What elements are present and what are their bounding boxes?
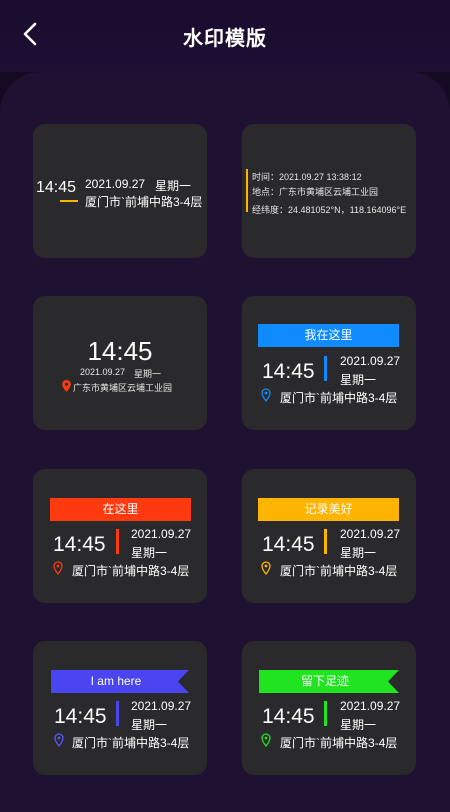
- location-pin-icon: [261, 561, 271, 575]
- location-pin-icon: [53, 561, 63, 575]
- location-pin-icon: [261, 733, 271, 747]
- watermark-weekday: 星期一: [134, 369, 162, 379]
- watermark-address: 厦门市`前埔中路3-4层: [72, 736, 190, 750]
- watermark-weekday: 星期一: [155, 179, 192, 193]
- watermark-date: 2021.09.27: [80, 367, 126, 377]
- watermark-time: 14:45: [36, 179, 77, 196]
- accent-bar: [324, 356, 327, 381]
- accent-line: [60, 200, 78, 202]
- location-pin-icon: [54, 733, 64, 747]
- accent-bar: [246, 169, 248, 212]
- watermark-weekday: 星期一: [131, 546, 168, 560]
- top-bar: 水印模版: [0, 0, 450, 72]
- template-card-1[interactable]: 14:45 2021.09.27 星期一 厦门市`前埔中路3-4层: [33, 124, 207, 258]
- watermark-banner: I am here: [90, 674, 142, 688]
- watermark-coordinates-line: 经纬度：24.481052°N，118.164096°E: [252, 205, 407, 215]
- template-card-6[interactable]: 记录美好 14:45 2021.09.27 星期一 厦门市`前埔中路3-4层: [242, 469, 416, 603]
- watermark-banner: 留下足迹: [300, 674, 349, 688]
- watermark-banner: 在这里: [50, 498, 191, 521]
- template-card-7[interactable]: I am here 14:45 2021.09.27 星期一 厦门市`前埔中路3…: [33, 641, 207, 775]
- watermark-time: 14:45: [262, 533, 315, 556]
- watermark-location-line: 地点：广东市黄埔区云埔工业园: [252, 187, 379, 197]
- watermark-banner: 我在这里: [258, 324, 399, 347]
- watermark-date: 2021.09.27: [85, 177, 146, 191]
- watermark-banner: 记录美好: [258, 498, 399, 521]
- page-title: 水印模版: [183, 28, 267, 50]
- watermark-date: 2021.09.27: [131, 527, 192, 541]
- watermark-weekday: 星期一: [340, 718, 377, 732]
- template-card-2[interactable]: 时间：2021.09.27 13:38:12 地点：广东市黄埔区云埔工业园 经纬…: [242, 124, 416, 258]
- watermark-time: 14:45: [262, 360, 315, 383]
- accent-bar: [324, 701, 327, 726]
- accent-bar: [116, 701, 119, 726]
- watermark-date: 2021.09.27: [340, 527, 401, 541]
- watermark-weekday: 星期一: [340, 373, 377, 387]
- watermark-date: 2021.09.27: [340, 354, 401, 368]
- watermark-address: 厦门市`前埔中路3-4层: [280, 736, 398, 750]
- watermark-address: 厦门市`前埔中路3-4层: [85, 195, 203, 209]
- template-card-8[interactable]: 留下足迹 14:45 2021.09.27 星期一 厦门市`前埔中路3-4层: [242, 641, 416, 775]
- watermark-address: 厦门市`前埔中路3-4层: [72, 564, 190, 578]
- watermark-address: 广东市黄埔区云埔工业园: [73, 383, 173, 393]
- watermark-time: 14:45: [262, 705, 315, 728]
- watermark-time: 14:45: [87, 336, 153, 366]
- watermark-address: 厦门市`前埔中路3-4层: [280, 564, 398, 578]
- template-card-3[interactable]: 14:45 2021.09.27 星期一 广东市黄埔区云埔工业园: [33, 296, 207, 430]
- location-pin-icon: [62, 380, 71, 392]
- watermark-time-line: 时间：2021.09.27 13:38:12: [252, 172, 362, 182]
- watermark-date: 2021.09.27: [131, 699, 192, 713]
- location-pin-icon: [261, 388, 271, 402]
- watermark-time: 14:45: [53, 533, 106, 556]
- accent-bar: [324, 529, 327, 554]
- watermark-time: 14:45: [54, 705, 107, 728]
- watermark-weekday: 星期一: [131, 718, 168, 732]
- accent-bar: [116, 529, 119, 554]
- watermark-date: 2021.09.27: [340, 699, 401, 713]
- template-card-5[interactable]: 在这里 14:45 2021.09.27 星期一 厦门市`前埔中路3-4层: [33, 469, 207, 603]
- template-card-4[interactable]: 我在这里 14:45 2021.09.27 星期一 厦门市`前埔中路3-4层: [242, 296, 416, 430]
- watermark-weekday: 星期一: [340, 546, 377, 560]
- watermark-address: 厦门市`前埔中路3-4层: [280, 391, 398, 405]
